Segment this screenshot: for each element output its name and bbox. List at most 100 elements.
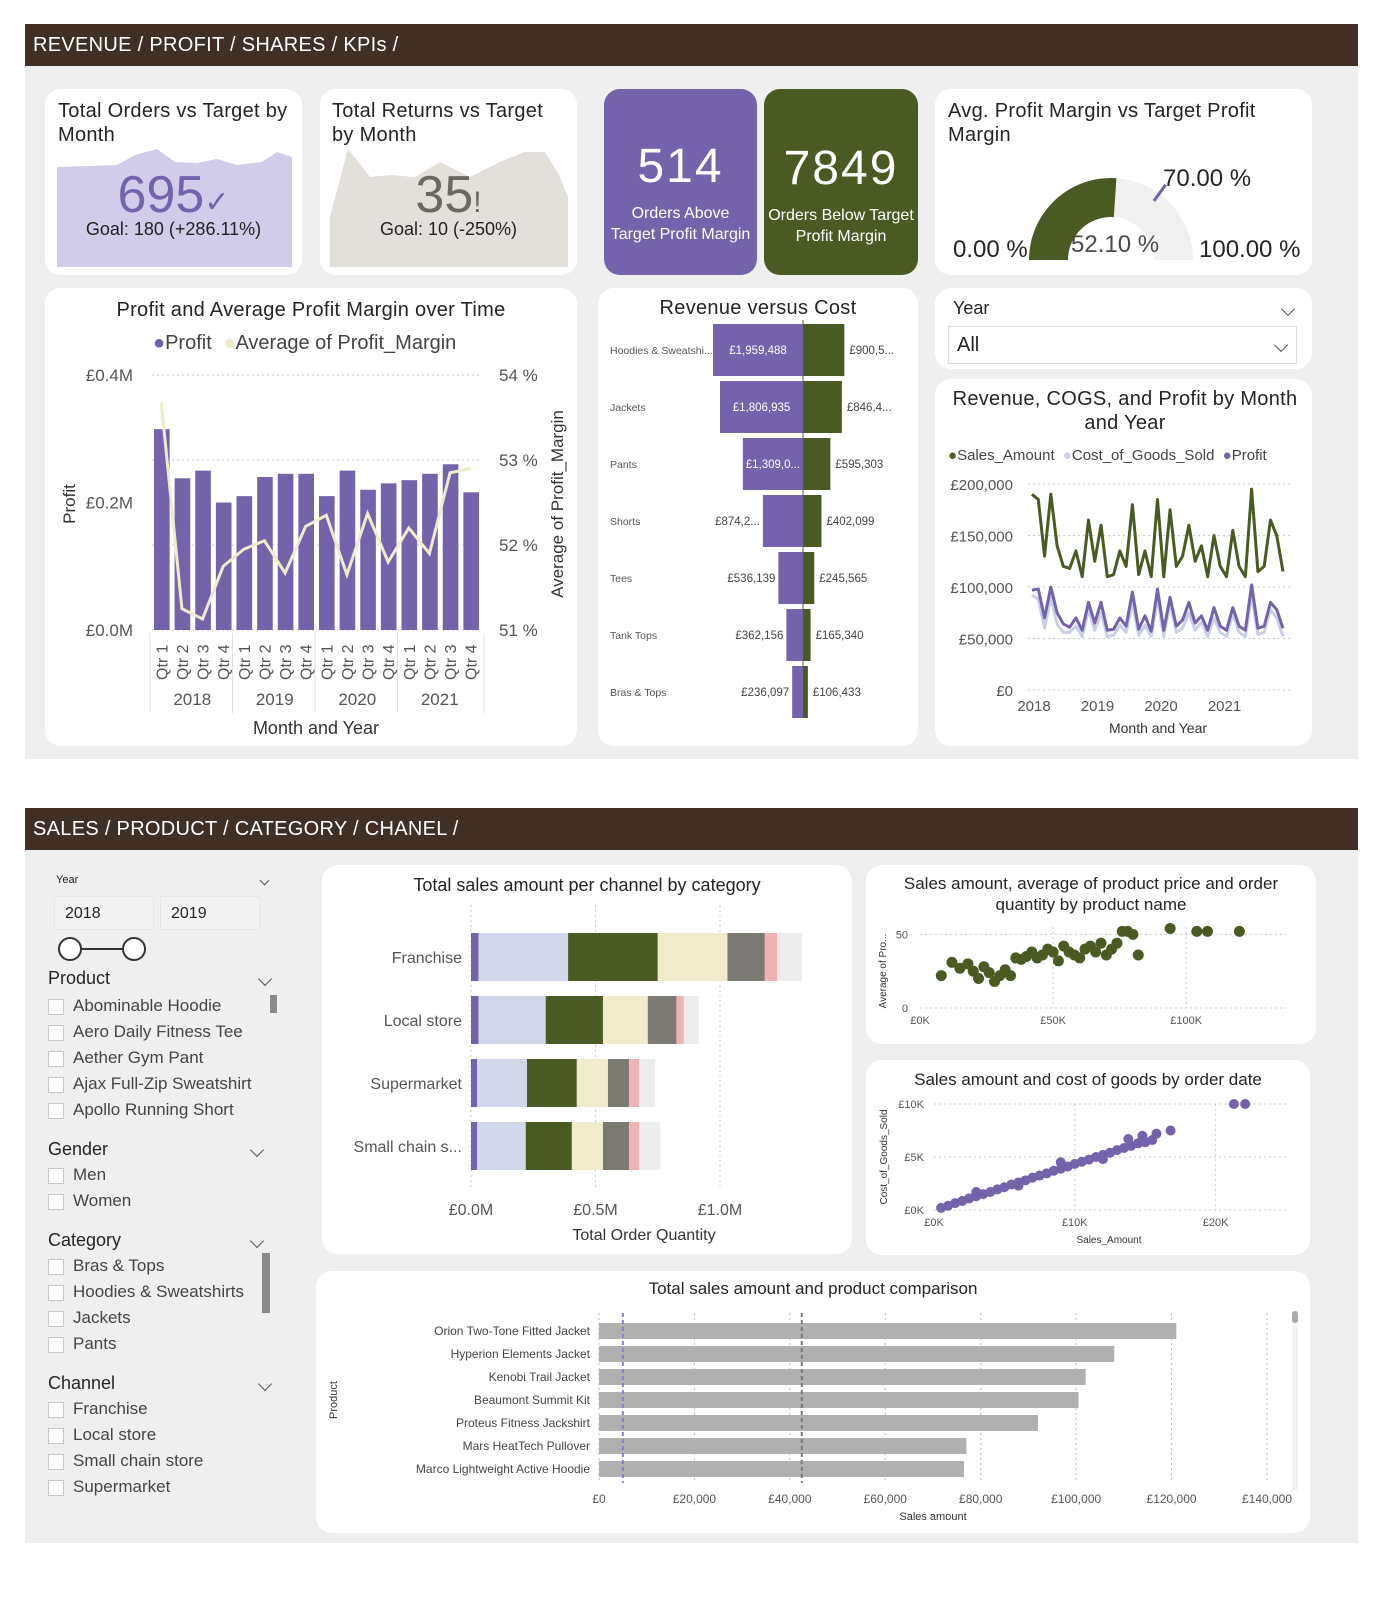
orders-below-value: 7849 [783,142,899,195]
checkbox[interactable] [48,1024,64,1041]
kpi-returns-card[interactable]: Total Returns vs Target by Month 35! Goa… [320,89,577,275]
product-label: Hyperion Elements Jacket [451,1347,591,1361]
product-option[interactable]: Ajax Full-Zip Sweatshirt [48,1071,280,1097]
sales-cost-scatter-card[interactable]: Sales amount and cost of goods by order … [866,1060,1310,1255]
product-option[interactable]: Abominable Hoodie [48,993,280,1019]
profit-margin-chart-card[interactable]: Profit and Average Profit Margin over Ti… [45,288,577,746]
checkbox[interactable] [48,1076,64,1093]
checkbox[interactable] [48,1479,64,1496]
category-slicer-label: Category [48,1230,122,1250]
year-to-input[interactable]: 2019 [160,896,260,930]
scrollbar-thumb[interactable] [1292,1311,1298,1323]
kpi-orders-card[interactable]: Total Orders vs Target by Month 695✓ Goa… [45,89,302,275]
checkbox[interactable] [48,1167,64,1184]
product-option-label: Aether Gym Pant [73,1048,204,1067]
channel-option-label: Franchise [73,1399,148,1418]
checkbox[interactable] [48,1336,64,1353]
revenue-bar [792,666,803,718]
chevron-down-icon[interactable] [257,1376,273,1391]
checkbox[interactable] [48,1427,64,1444]
year-from-input[interactable]: 2018 [54,896,154,930]
gender-option[interactable]: Men [48,1162,280,1188]
channel-option[interactable]: Local store [48,1422,280,1448]
kpi-orders-goal: Goal: 180 (+286.11%) [85,219,262,239]
x-tick-label: Qtr 4 [381,644,398,680]
cost-label: £245,565 [819,573,867,585]
section-header-kpis: REVENUE / PROFIT / SHARES / KPIs / [25,24,1358,66]
gender-slicer-label: Gender [48,1139,109,1159]
checkbox[interactable] [48,1284,64,1301]
profit-bar [236,496,253,630]
y-axis-title: Profit [60,484,79,524]
kpi-orders-value: 695 [117,166,205,224]
y-tick-label: £0K [904,1205,924,1217]
product-option[interactable]: Apollo Running Short [48,1097,280,1123]
slider-handle-end[interactable] [122,937,146,961]
product-scatter-card[interactable]: Sales amount, average of product price a… [866,865,1316,1044]
gauge-card[interactable]: Avg. Profit Margin vs Target Profit Marg… [935,89,1312,275]
orders-below-card[interactable]: 7849 Orders Below Target Profit Margin [764,89,918,275]
checkbox[interactable] [48,1050,64,1067]
category-option[interactable]: Bras & Tops [48,1253,280,1279]
channel-label: Small chain s... [354,1139,462,1156]
orders-below-label: Orders Below Target Profit Margin [768,207,914,245]
x-tick-label: £1.0M [698,1202,742,1219]
chevron-down-icon[interactable] [249,1142,265,1157]
checkbox[interactable] [48,1193,64,1210]
chevron-down-icon[interactable] [259,875,270,885]
chevron-down-icon[interactable] [1280,301,1296,316]
checkbox[interactable] [48,1258,64,1275]
scatter-point [1132,949,1144,961]
cost-label: £900,5... [849,345,894,357]
y2-tick-label: 53 % [499,451,538,470]
gender-option-label: Women [73,1191,132,1210]
stacked-segment [727,933,765,981]
stacked-segment [629,1122,640,1170]
stacked-segment [607,1059,630,1107]
orders-above-card[interactable]: 514 Orders Above Target Profit Margin [604,89,757,275]
revenue-cogs-profit-card[interactable]: Revenue, COGS, and Profit by Month and Y… [935,379,1312,746]
checkbox[interactable] [48,1453,64,1470]
scatter-point [1191,925,1203,937]
x-tick-label: £60,000 [864,1492,908,1506]
gender-option[interactable]: Women [48,1188,280,1214]
year-dropdown-select[interactable]: All [948,326,1297,364]
product-option-label: Apollo Running Short [73,1100,234,1119]
checkbox[interactable] [48,1401,64,1418]
checkbox[interactable] [48,1310,64,1327]
product-option[interactable]: Aero Daily Fitness Tee [48,1019,280,1045]
channel-option[interactable]: Small chain store [48,1448,280,1474]
scatter-point [971,1186,982,1197]
category-option[interactable]: Hoodies & Sweatshirts [48,1279,280,1305]
channel-option[interactable]: Franchise [48,1396,280,1422]
slider-handle-start[interactable] [58,937,82,961]
x-axis-title: Sales_Amount [1076,1235,1141,1246]
chevron-down-icon[interactable] [249,1233,265,1248]
year-range-slider[interactable] [48,934,280,964]
stacked-segment [471,1059,478,1107]
y-tick-label: £0 [996,683,1013,700]
channel-category-card[interactable]: Total sales amount per channel by catego… [322,865,852,1254]
y-tick-label: £100,000 [950,580,1013,597]
checkbox[interactable] [48,998,64,1015]
category-option[interactable]: Pants [48,1331,280,1357]
product-slicer-scrollbar[interactable] [270,995,277,1013]
checkbox[interactable] [48,1102,64,1119]
gauge-min-label: 0.00 % [953,236,1028,263]
cost-label: £595,303 [835,459,883,471]
product-comparison-card[interactable]: Total sales amount and product compariso… [316,1271,1310,1533]
y-axis-title: Product [328,1381,340,1419]
category-option[interactable]: Jackets [48,1305,280,1331]
channel-option[interactable]: Supermarket [48,1474,280,1500]
product-comparison-scrollbar[interactable] [1292,1311,1298,1491]
chevron-down-icon[interactable] [257,971,273,986]
category-slicer-scrollbar[interactable] [262,1253,270,1313]
year-dropdown-card[interactable]: Year All [935,288,1312,369]
product-slicer-label: Product [48,968,111,988]
product-option[interactable]: Aether Gym Pant [48,1045,280,1071]
scatter-point [1127,928,1139,940]
category-label: Tees [610,573,632,585]
revenue-cost-card[interactable]: Revenue versus Cost Hoodies & Sweatshi..… [598,288,918,746]
channel-option-label: Small chain store [73,1451,204,1470]
stacked-segment [777,933,803,981]
